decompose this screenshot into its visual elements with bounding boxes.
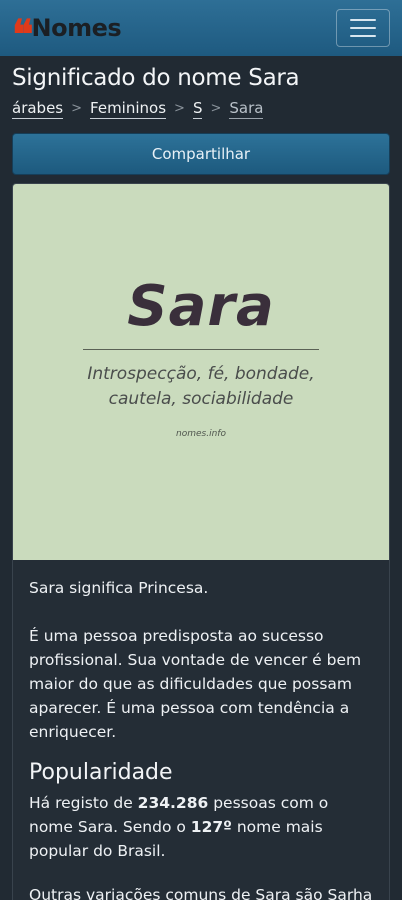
breadcrumb-separator: > xyxy=(210,101,222,117)
name-card: Sara Introspecção, fé, bondade, cautela,… xyxy=(12,182,390,900)
personality-text: É uma pessoa predisposta ao sucesso prof… xyxy=(29,626,362,741)
image-traits-text: Introspecção, fé, bondade, cautela, soci… xyxy=(87,363,315,409)
article-body: Sara significa Princesa. É uma pessoa pr… xyxy=(13,560,389,900)
image-watermark: nomes.info xyxy=(176,429,226,440)
page-title: Significado do nome Sara xyxy=(12,65,300,91)
logo[interactable]: ❝ Nomes xyxy=(12,1,122,58)
hamburger-icon xyxy=(350,27,376,29)
logo-text: Nomes xyxy=(31,14,122,42)
popularity-heading: Popularidade xyxy=(29,759,173,785)
popularity-count: 234.286 xyxy=(137,793,209,812)
meaning-text: Sara significa Princesa. xyxy=(29,578,209,597)
hamburger-icon xyxy=(350,19,376,21)
main-content: Significado do nome Sara árabes > Femini… xyxy=(0,65,402,900)
image-name-text: Sara xyxy=(127,273,275,339)
image-divider xyxy=(83,348,319,350)
breadcrumb-separator: > xyxy=(71,101,83,117)
popularity-rank: 127º xyxy=(190,817,232,836)
hamburger-icon xyxy=(350,35,376,37)
breadcrumb: árabes > Femininos > S > Sara xyxy=(12,99,390,119)
popularity-text: Há registo de 234.286 pessoas com o nome… xyxy=(29,793,329,860)
menu-toggle-button[interactable] xyxy=(336,9,390,47)
navbar: ❝ Nomes xyxy=(0,0,402,56)
breadcrumb-item-origin[interactable]: árabes xyxy=(12,99,64,119)
breadcrumb-separator: > xyxy=(174,101,185,117)
breadcrumb-item-gender[interactable]: Femininos xyxy=(90,99,167,119)
breadcrumb-item-current[interactable]: Sara xyxy=(229,99,264,119)
variations-text: Outras variações comuns de Sara são Sarh… xyxy=(29,885,373,900)
name-image: Sara Introspecção, fé, bondade, cautela,… xyxy=(13,183,389,560)
breadcrumb-item-letter[interactable]: S xyxy=(192,99,203,119)
share-button[interactable]: Compartilhar xyxy=(12,132,390,175)
logo-quote-icon: ❝ xyxy=(12,11,33,58)
